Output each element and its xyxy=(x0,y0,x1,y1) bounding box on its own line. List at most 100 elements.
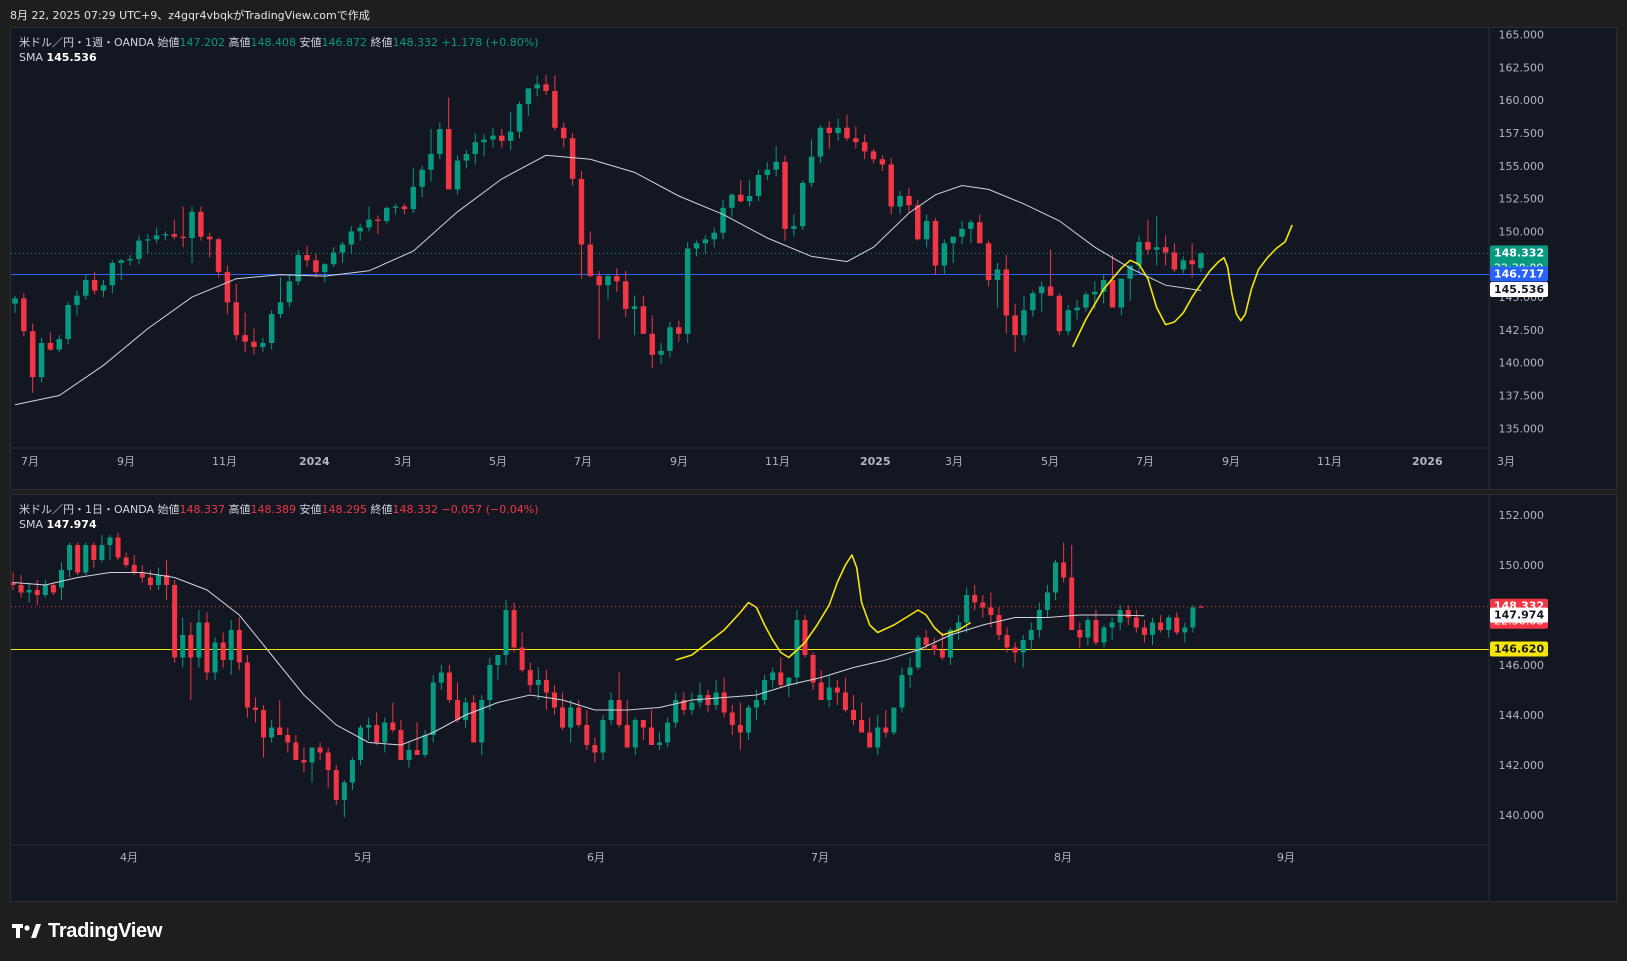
candle-body xyxy=(834,687,840,693)
candle-body xyxy=(1101,627,1107,643)
candle-body xyxy=(1030,293,1036,311)
y-tick-label: 146.000 xyxy=(1499,659,1545,672)
last-price-label: 148.332 xyxy=(1494,246,1544,259)
candle-body xyxy=(304,255,310,261)
candle-body xyxy=(842,692,848,710)
x-tick-label: 9月 xyxy=(670,455,688,468)
candle-body xyxy=(1004,635,1010,648)
candle-body xyxy=(1074,307,1080,311)
weekly-chart-panel[interactable]: 135.000137.500140.000142.500145.000147.5… xyxy=(10,27,1617,490)
candle-body xyxy=(578,178,585,245)
x-tick-label: 7月 xyxy=(574,455,592,468)
candle-body xyxy=(147,577,153,585)
candle-body xyxy=(268,314,275,343)
candle-body xyxy=(269,727,275,738)
candle-body xyxy=(959,228,965,237)
candle-body xyxy=(1065,310,1071,332)
candle-body xyxy=(631,306,638,309)
candle-body xyxy=(850,710,856,720)
daily-chart-canvas[interactable]: 140.000142.000144.000146.000148.000150.0… xyxy=(11,495,1617,902)
candle-body xyxy=(392,206,399,208)
candle-body xyxy=(888,164,894,207)
candle-body xyxy=(511,610,517,648)
candle-body xyxy=(964,595,970,623)
candle-body xyxy=(349,760,355,783)
candle-body xyxy=(640,306,647,334)
candle-body xyxy=(1044,592,1050,610)
candle-body xyxy=(1028,630,1034,640)
candle-body xyxy=(472,142,478,154)
y-tick-label: 152.500 xyxy=(1499,193,1545,206)
candle-body xyxy=(1150,622,1156,635)
candle-body xyxy=(330,252,337,265)
candle-body xyxy=(212,642,218,673)
candle-body xyxy=(799,182,806,227)
candle-body xyxy=(543,84,549,91)
candle-body xyxy=(605,276,611,286)
candle-body xyxy=(34,590,40,595)
x-tick-label: 5月 xyxy=(1041,455,1059,468)
candle-body xyxy=(859,720,865,733)
candle-body xyxy=(1012,315,1018,336)
candle-body xyxy=(996,615,1002,635)
candle-body xyxy=(1109,622,1115,628)
candle-body xyxy=(560,707,566,728)
candle-body xyxy=(295,255,301,282)
y-tick-label: 135.000 xyxy=(1499,422,1545,435)
candle-body xyxy=(1056,295,1063,332)
candle-body xyxy=(495,655,501,665)
candle-body xyxy=(383,207,390,221)
weekly-chart-canvas[interactable]: 135.000137.500140.000142.500145.000147.5… xyxy=(11,28,1617,490)
candle-body xyxy=(487,665,493,700)
candle-body xyxy=(584,725,590,745)
candle-body xyxy=(906,196,912,206)
open-label: 始値 xyxy=(157,36,180,49)
daily-chart-panel[interactable]: 140.000142.000144.000146.000148.000150.0… xyxy=(10,494,1617,902)
candle-body xyxy=(835,127,841,133)
candle-body xyxy=(180,236,186,238)
candle-body xyxy=(976,222,983,244)
x-tick-label: 11月 xyxy=(765,455,790,468)
low-label: 安値 xyxy=(299,503,322,516)
candle-body xyxy=(1136,241,1142,266)
candle-body xyxy=(950,236,956,244)
y-tick-label: 137.500 xyxy=(1499,390,1545,403)
y-tick-label: 155.000 xyxy=(1499,160,1545,173)
candle-body xyxy=(325,752,331,770)
candle-body xyxy=(204,622,210,673)
candle-body xyxy=(339,244,346,253)
candle-body xyxy=(463,702,469,720)
y-tick-label: 162.500 xyxy=(1499,61,1545,74)
x-tick-label: 7月 xyxy=(811,851,829,864)
change-value: +1.178 (+0.80%) xyxy=(441,36,539,49)
candle-body xyxy=(75,545,81,573)
candle-body xyxy=(242,335,248,342)
y-tick-label: 142.000 xyxy=(1499,759,1545,772)
candle-body xyxy=(252,707,258,710)
candle-body xyxy=(83,280,89,296)
candle-body xyxy=(624,725,630,748)
candle-body xyxy=(109,262,116,286)
candle-body xyxy=(136,240,142,259)
candle-body xyxy=(891,707,897,733)
candle-body xyxy=(1061,562,1067,578)
symbol-label: 米ドル／円・1日・OANDA xyxy=(19,503,155,516)
candle-body xyxy=(171,234,178,237)
candle-body xyxy=(83,545,89,573)
candle-body xyxy=(897,196,903,207)
daily-ohlc-legend: 米ドル／円・1日・OANDA 始値148.337 高値148.389 安値148… xyxy=(19,501,538,517)
low-value: 146.872 xyxy=(321,36,368,49)
candle-body xyxy=(91,280,98,291)
candle-body xyxy=(1141,627,1147,635)
tradingview-logo[interactable]: TradingView xyxy=(12,916,162,946)
candle-body xyxy=(932,220,939,266)
sma-label: SMA xyxy=(19,51,43,64)
y-tick-label: 152.000 xyxy=(1499,509,1545,522)
candle-body xyxy=(348,231,355,245)
y-tick-label: 140.000 xyxy=(1499,809,1545,822)
candle-body xyxy=(454,700,460,720)
candle-body xyxy=(437,129,443,154)
candle-body xyxy=(657,742,663,745)
candle-body xyxy=(817,127,824,157)
candle-body xyxy=(745,707,751,733)
